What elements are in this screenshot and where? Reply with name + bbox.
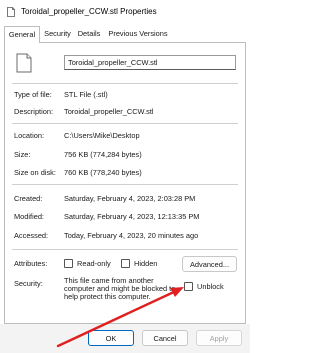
created-label: Created:: [14, 194, 43, 203]
tab-security[interactable]: Security: [41, 26, 74, 42]
unblock-label: Unblock: [197, 282, 224, 291]
type-value: STL File (.stl): [64, 90, 108, 99]
unblock-checkbox[interactable]: [184, 282, 193, 291]
separator: [12, 83, 238, 84]
description-label: Description:: [14, 107, 54, 116]
created-value: Saturday, February 4, 2023, 2:03:28 PM: [64, 194, 196, 203]
tab-details[interactable]: Details: [75, 26, 103, 42]
accessed-value: Today, February 4, 2023, 20 minutes ago: [64, 231, 199, 240]
separator: [12, 123, 238, 124]
size-label: Size:: [14, 150, 31, 159]
security-label: Security:: [14, 279, 43, 288]
document-icon: [16, 53, 32, 73]
modified-label: Modified:: [14, 212, 44, 221]
location-value: C:\Users\Mike\Desktop: [64, 131, 140, 140]
security-warning-text: This file came from another computer and…: [64, 276, 176, 302]
separator: [12, 249, 238, 250]
modified-value: Saturday, February 4, 2023, 12:13:35 PM: [64, 212, 200, 221]
ok-button[interactable]: OK: [88, 330, 134, 346]
hidden-label: Hidden: [134, 259, 158, 268]
read-only-checkbox[interactable]: [64, 259, 73, 268]
apply-button[interactable]: Apply: [196, 330, 242, 346]
file-icon: [7, 7, 15, 17]
title-bar: Toroidal_propeller_CCW.stl Properties: [0, 0, 250, 24]
tab-previous-versions[interactable]: Previous Versions: [105, 26, 171, 42]
size-on-disk-label: Size on disk:: [14, 168, 56, 177]
read-only-label: Read-only: [77, 259, 111, 268]
description-value: Toroidal_propeller_CCW.stl: [64, 107, 154, 116]
type-label: Type of file:: [14, 90, 52, 99]
cancel-button[interactable]: Cancel: [142, 330, 188, 346]
attributes-label: Attributes:: [14, 259, 48, 268]
window-title: Toroidal_propeller_CCW.stl Properties: [21, 7, 157, 16]
file-name-input[interactable]: Toroidal_propeller_CCW.stl: [64, 55, 236, 70]
tab-general[interactable]: General: [4, 26, 40, 43]
separator: [12, 184, 238, 185]
location-label: Location:: [14, 131, 44, 140]
size-on-disk-value: 760 KB (778,240 bytes): [64, 168, 142, 177]
hidden-checkbox[interactable]: [121, 259, 130, 268]
accessed-label: Accessed:: [14, 231, 49, 240]
size-value: 756 KB (774,284 bytes): [64, 150, 142, 159]
advanced-button[interactable]: Advanced...: [182, 256, 237, 272]
